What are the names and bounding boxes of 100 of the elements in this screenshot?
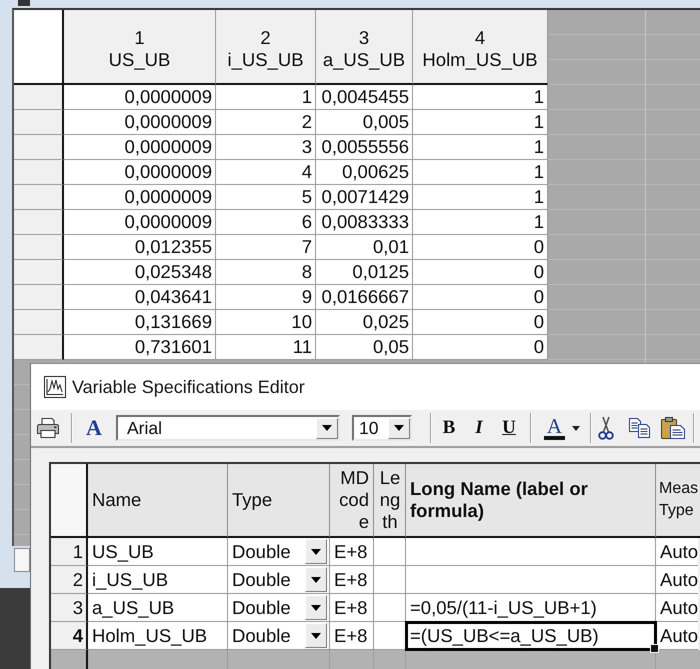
color-swatch-icon xyxy=(544,436,565,440)
column-header[interactable]: Type xyxy=(228,464,330,538)
column-header[interactable]: 3 a_US_UB xyxy=(316,10,413,85)
row-number[interactable]: 2 xyxy=(51,566,88,594)
type-select[interactable]: Double xyxy=(228,538,330,566)
table-cell: 0,731601 xyxy=(64,335,216,360)
table-cell: 3 xyxy=(216,135,316,160)
dropdown-button[interactable] xyxy=(305,567,327,592)
chart-icon xyxy=(44,376,66,398)
table-cell: =0,05/(11-i_US_UB+1) xyxy=(406,594,656,622)
table-cell: Auto xyxy=(656,622,698,650)
cut-icon[interactable] xyxy=(598,416,614,440)
header-corner[interactable] xyxy=(14,10,64,85)
column-header[interactable]: Name xyxy=(88,464,228,538)
table-cell: i_US_UB xyxy=(88,566,228,594)
table-cell: 10 xyxy=(216,310,316,335)
dropdown-button[interactable] xyxy=(316,418,338,438)
table-cell: 4 xyxy=(216,160,316,185)
row-header[interactable] xyxy=(14,185,64,210)
table-cell: 11 xyxy=(216,335,316,360)
table-cell: 0,0000009 xyxy=(64,210,216,235)
table-cell: 5 xyxy=(216,185,316,210)
font-color-button[interactable]: A xyxy=(541,415,568,441)
table-cell: Holm_US_UB xyxy=(88,622,228,650)
table-cell: 0,0083333 xyxy=(316,210,413,235)
column-header[interactable]: Long Name (label or formula) xyxy=(406,464,656,538)
font-button[interactable]: A xyxy=(85,416,103,440)
caret-icon xyxy=(311,632,321,638)
row-header[interactable] xyxy=(14,310,64,335)
table-cell: 0,005 xyxy=(316,110,413,135)
table-cell: 0,0000009 xyxy=(64,85,216,110)
row-header[interactable] xyxy=(14,110,64,135)
dropdown-button[interactable] xyxy=(305,623,327,648)
table-cell: 8 xyxy=(216,260,316,285)
table-cell: 0,0166667 xyxy=(316,285,413,310)
table-cell: 0,012355 xyxy=(64,235,216,260)
caret-icon[interactable] xyxy=(572,426,580,430)
table-cell: 0,0045455 xyxy=(316,85,413,110)
caret-icon xyxy=(311,604,321,610)
row-number[interactable]: 1 xyxy=(51,538,88,566)
row-header[interactable] xyxy=(14,285,64,310)
dropdown-button[interactable] xyxy=(388,418,410,438)
table-cell: US_UB xyxy=(88,538,228,566)
table-cell: 6 xyxy=(216,210,316,235)
row-header[interactable] xyxy=(14,85,64,110)
row-header[interactable] xyxy=(14,335,64,360)
table-cell: 0 xyxy=(413,235,548,260)
window-icon xyxy=(18,0,30,6)
bold-button[interactable]: B xyxy=(440,416,458,440)
dropdown-button[interactable] xyxy=(305,539,327,564)
table-cell: 1 xyxy=(413,85,548,110)
table-cell: 0,0000009 xyxy=(64,185,216,210)
column-header[interactable]: 2 i_US_UB xyxy=(216,10,316,85)
paste-icon[interactable] xyxy=(660,416,686,440)
type-select[interactable]: Double xyxy=(228,622,330,650)
table-cell: 9 xyxy=(216,285,316,310)
table-cell: 0,043641 xyxy=(64,285,216,310)
column-header[interactable]: Meas Type xyxy=(656,464,700,538)
row-header[interactable] xyxy=(14,135,64,160)
table-cell: 0 xyxy=(413,260,548,285)
column-header[interactable]: 4 Holm_US_UB xyxy=(413,10,548,85)
dropdown-button[interactable] xyxy=(305,595,327,620)
font-select[interactable]: Arial xyxy=(116,415,340,441)
table-cell: 0,00625 xyxy=(316,160,413,185)
column-header[interactable]: 1 US_UB xyxy=(64,10,216,85)
window-title: Variable Specifications Editor xyxy=(72,376,305,398)
underline-button[interactable]: U xyxy=(500,416,518,440)
table-cell: 0,0071429 xyxy=(316,185,413,210)
printer-icon[interactable] xyxy=(36,417,60,439)
row-header[interactable] xyxy=(14,210,64,235)
table-cell: 1 xyxy=(413,135,548,160)
size-select[interactable]: 10 xyxy=(352,415,412,441)
table-cell: 0,0125 xyxy=(316,260,413,285)
table-cell: E+8 xyxy=(330,594,374,622)
table-cell: 0,01 xyxy=(316,235,413,260)
table-cell: Auto xyxy=(656,538,698,566)
row-number[interactable]: 4 xyxy=(51,622,88,650)
table-cell: Auto xyxy=(656,566,698,594)
table-cell: 7 xyxy=(216,235,316,260)
table-cell: 0 xyxy=(413,310,548,335)
table-cell: E+8 xyxy=(330,622,374,650)
copy-icon[interactable] xyxy=(628,417,652,439)
italic-button[interactable]: I xyxy=(470,416,488,440)
table-cell: 0,131669 xyxy=(64,310,216,335)
row-header[interactable] xyxy=(14,260,64,285)
type-select[interactable]: Double xyxy=(228,566,330,594)
table-cell: a_US_UB xyxy=(88,594,228,622)
table-cell: 1 xyxy=(216,85,316,110)
table-cell: 1 xyxy=(413,210,548,235)
fill-handle[interactable] xyxy=(650,644,659,653)
row-header[interactable] xyxy=(14,160,64,185)
table-cell: 0 xyxy=(413,285,548,310)
row-number[interactable]: 3 xyxy=(51,594,88,622)
type-select[interactable]: Double xyxy=(228,594,330,622)
table-cell: 0,025 xyxy=(316,310,413,335)
column-header[interactable]: MD code xyxy=(330,464,374,538)
header-corner[interactable] xyxy=(51,464,88,538)
column-header[interactable]: Length xyxy=(374,464,406,538)
scroll-button[interactable] xyxy=(14,548,30,572)
row-header[interactable] xyxy=(14,235,64,260)
